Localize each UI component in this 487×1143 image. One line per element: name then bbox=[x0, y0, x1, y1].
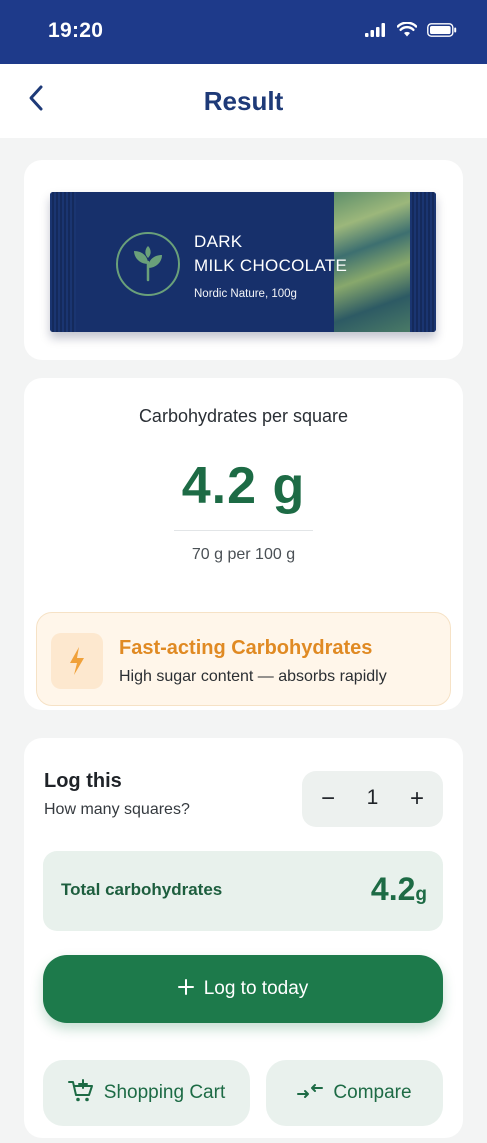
leaf-icon bbox=[116, 232, 180, 296]
plus-icon bbox=[177, 978, 194, 1000]
wrapper-crimp-left bbox=[50, 192, 76, 332]
page-title: Result bbox=[203, 86, 284, 116]
product-image: DARK MILK CHOCOLATE Nordic Nature, 100g bbox=[50, 192, 436, 332]
compare-arrows-icon bbox=[297, 1082, 324, 1105]
compare-button-label: Compare bbox=[333, 1082, 412, 1103]
log-button-label: Log to today bbox=[203, 978, 309, 999]
wifi-icon bbox=[396, 21, 418, 42]
increment-button[interactable]: + bbox=[395, 771, 439, 827]
alert-description: High sugar content — absorbs rapidly bbox=[119, 668, 387, 685]
log-card: Log this How many squares? − 1 + Total c… bbox=[24, 738, 463, 1138]
log-to-today-button[interactable]: Log to today bbox=[43, 955, 443, 1023]
total-carbs-label: Total carbohydrates bbox=[61, 880, 223, 899]
status-icons bbox=[365, 21, 457, 42]
log-title: Log this bbox=[44, 770, 122, 792]
product-name-line2: MILK CHOCOLATE bbox=[194, 256, 348, 275]
quantity-stepper: − 1 + bbox=[302, 771, 443, 827]
total-carbs-value: 4.2g bbox=[371, 871, 427, 908]
nutrition-label: Carbohydrates per square bbox=[138, 406, 349, 426]
log-subtitle: How many squares? bbox=[44, 801, 190, 818]
header: Result bbox=[0, 64, 487, 138]
product-brand: Nordic Nature, 100g bbox=[194, 288, 297, 300]
chocolate-wrapper: DARK MILK CHOCOLATE Nordic Nature, 100g bbox=[50, 192, 436, 332]
product-card: DARK MILK CHOCOLATE Nordic Nature, 100g bbox=[24, 160, 463, 360]
carbs-per-100g: 70 g per 100 g bbox=[191, 546, 296, 563]
total-carbs-unit: g bbox=[415, 884, 427, 905]
fast-carbs-alert: Fast-acting Carbohydrates High sugar con… bbox=[36, 612, 451, 706]
wrapper-crimp-right bbox=[410, 192, 436, 332]
cart-button-label: Shopping Cart bbox=[103, 1082, 226, 1103]
nutrition-card: Carbohydrates per square 4.2 g 70 g per … bbox=[24, 378, 463, 710]
shopping-cart-button[interactable]: Shopping Cart bbox=[43, 1060, 250, 1126]
lightning-icon bbox=[51, 633, 103, 689]
alert-title: Fast-acting Carbohydrates bbox=[119, 637, 373, 659]
status-bar: 19:20 bbox=[0, 0, 487, 64]
divider bbox=[174, 530, 313, 531]
quantity-value: 1 bbox=[366, 786, 379, 809]
compare-button[interactable]: Compare bbox=[266, 1060, 443, 1126]
signal-icon bbox=[365, 22, 387, 42]
wrapper-text: DARK MILK CHOCOLATE Nordic Nature, 100g bbox=[194, 230, 347, 300]
total-carbs-box: Total carbohydrates 4.2g bbox=[43, 851, 443, 931]
cart-plus-icon bbox=[67, 1078, 94, 1108]
decrement-button[interactable]: − bbox=[306, 771, 350, 827]
product-name-line1: DARK bbox=[194, 232, 243, 251]
total-carbs-number: 4.2 bbox=[370, 871, 416, 907]
battery-icon bbox=[427, 22, 457, 42]
carbs-per-square-value: 4.2 g bbox=[181, 457, 306, 515]
status-time: 19:20 bbox=[48, 19, 104, 42]
